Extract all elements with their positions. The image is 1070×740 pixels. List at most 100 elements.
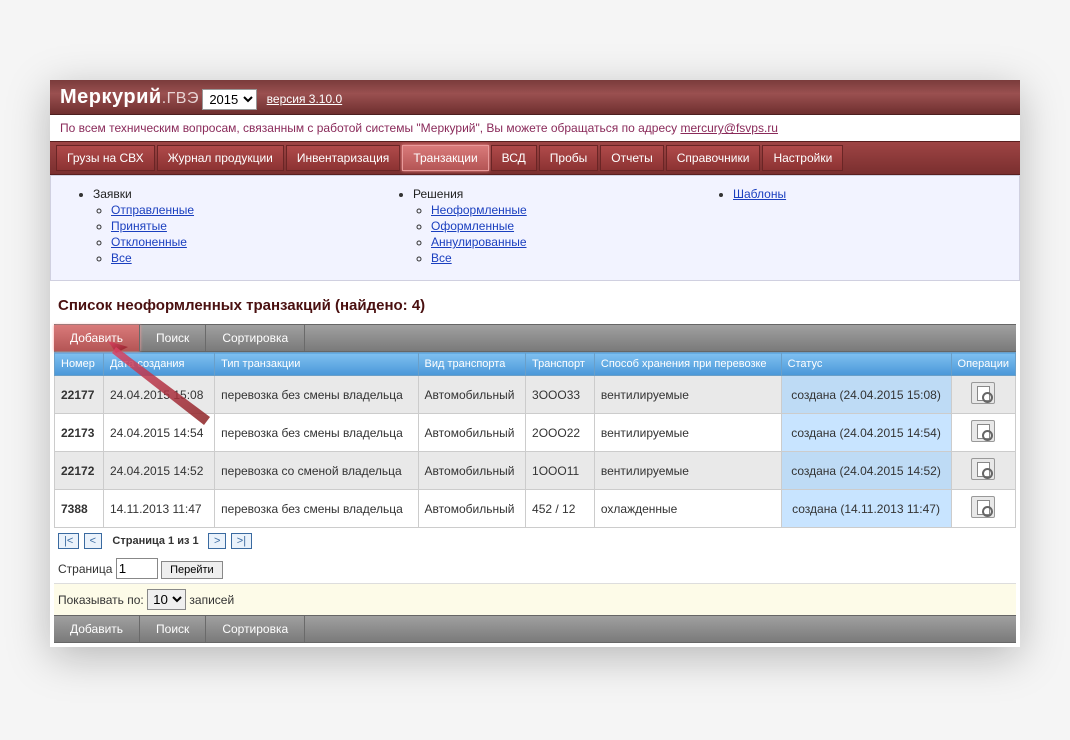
pager-position-label: Страница 1 из 1 — [112, 535, 198, 547]
col-transport-kind: Автомобильный — [418, 414, 525, 452]
table-header-cell: Способ хранения при перевозке — [594, 353, 781, 376]
goto-label: Страница — [58, 562, 112, 576]
pager-last-button[interactable]: >| — [231, 533, 252, 549]
support-email-link[interactable]: mercury@fsvps.ru — [680, 121, 778, 135]
app-name: Меркурий.ГВЭ — [60, 86, 199, 108]
col-status: создана (24.04.2015 14:54) — [781, 414, 951, 452]
col-storage: вентилируемые — [594, 414, 781, 452]
main-nav-tab[interactable]: Пробы — [539, 145, 598, 171]
toolbar-button[interactable]: Добавить — [54, 616, 140, 642]
subnav-link[interactable]: Аннулированные — [431, 235, 527, 249]
view-details-icon[interactable] — [971, 382, 995, 404]
toolbar-top: ДобавитьПоискСортировка — [54, 324, 1016, 352]
toolbar-button[interactable]: Поиск — [140, 325, 206, 351]
per-page-row: Показывать по: 10 записей — [54, 583, 1016, 615]
col-storage: вентилируемые — [594, 452, 781, 490]
col-operations — [951, 490, 1015, 528]
main-nav-tab[interactable]: Грузы на СВХ — [56, 145, 155, 171]
title-bar: Меркурий.ГВЭ 2015 версия 3.10.0 — [50, 80, 1020, 115]
subnav-head-requests: Заявки — [93, 187, 132, 201]
table-header-cell: Статус — [781, 353, 951, 376]
pager-prev-button[interactable]: < — [84, 533, 102, 549]
col-operations — [951, 376, 1015, 414]
table-header-cell: Дата создания — [103, 353, 214, 376]
table-header-cell: Операции — [951, 353, 1015, 376]
col-type: перевозка без смены владельца — [215, 414, 418, 452]
col-operations — [951, 414, 1015, 452]
subnav-link[interactable]: Все — [431, 251, 452, 265]
col-number: 22172 — [55, 452, 104, 490]
pager: |< < Страница 1 из 1 > >| — [54, 528, 1016, 554]
subnav-col-decisions: Решения Неоформленные Оформленные Аннулиро… — [375, 186, 695, 266]
col-transport-kind: Автомобильный — [418, 490, 525, 528]
col-transport: 3ООО33 — [526, 376, 595, 414]
subnav-col-requests: Заявки Отправленные Принятые Отклоненные Вс… — [55, 186, 375, 266]
main-nav-tab[interactable]: Справочники — [666, 145, 761, 171]
subnav-link[interactable]: Отклоненные — [111, 235, 187, 249]
col-storage: охлажденные — [594, 490, 781, 528]
col-transport: 2ООО22 — [526, 414, 595, 452]
main-nav-tab[interactable]: Отчеты — [600, 145, 663, 171]
table-header-cell: Вид транспорта — [418, 353, 525, 376]
toolbar-button[interactable]: Сортировка — [206, 616, 305, 642]
info-line: По всем техническим вопросам, связанным … — [50, 115, 1020, 141]
version-link[interactable]: версия 3.10.0 — [267, 92, 343, 106]
goto-page-input[interactable] — [116, 558, 158, 579]
col-number: 22177 — [55, 376, 104, 414]
main-nav-tab[interactable]: Журнал продукции — [157, 145, 284, 171]
subnav-link[interactable]: Шаблоны — [733, 187, 786, 201]
pager-next-button[interactable]: > — [208, 533, 226, 549]
info-text: По всем техническим вопросам, связанным … — [60, 121, 680, 135]
main-nav-tab[interactable]: Транзакции — [402, 145, 488, 171]
subnav-head-decisions: Решения — [413, 187, 463, 201]
col-transport-kind: Автомобильный — [418, 376, 525, 414]
table-row: 2217324.04.2015 14:54перевозка без смены… — [55, 414, 1016, 452]
table-header-cell: Тип транзакции — [215, 353, 418, 376]
col-number: 22173 — [55, 414, 104, 452]
table-header-cell: Номер — [55, 353, 104, 376]
subnav-link[interactable]: Неоформленные — [431, 203, 527, 217]
col-transport: 452 / 12 — [526, 490, 595, 528]
subnav-col-templates: Шаблоны — [695, 186, 1015, 266]
pager-goto: Страница Перейти — [54, 554, 1016, 583]
table-row: 2217724.04.2015 15:08перевозка без смены… — [55, 376, 1016, 414]
year-select[interactable]: 2015 — [202, 89, 257, 110]
col-type: перевозка без смены владельца — [215, 376, 418, 414]
col-transport: 1ООО11 — [526, 452, 595, 490]
subnav-link[interactable]: Все — [111, 251, 132, 265]
col-status: создана (24.04.2015 14:52) — [781, 452, 951, 490]
col-date: 24.04.2015 14:52 — [103, 452, 214, 490]
page-title: Список неоформленных транзакций (найдено… — [58, 297, 1012, 314]
col-operations — [951, 452, 1015, 490]
col-status: создана (14.11.2013 11:47) — [781, 490, 951, 528]
subnav-link[interactable]: Оформленные — [431, 219, 514, 233]
toolbar-button[interactable]: Сортировка — [206, 325, 305, 351]
col-date: 24.04.2015 15:08 — [103, 376, 214, 414]
col-date: 24.04.2015 14:54 — [103, 414, 214, 452]
col-date: 14.11.2013 11:47 — [103, 490, 214, 528]
toolbar-button[interactable]: Добавить — [54, 325, 140, 351]
view-details-icon[interactable] — [971, 420, 995, 442]
subnav-link[interactable]: Принятые — [111, 219, 167, 233]
table-row: 2217224.04.2015 14:52перевозка со сменой… — [55, 452, 1016, 490]
goto-button[interactable]: Перейти — [161, 561, 223, 579]
perpage-suffix: записей — [189, 593, 234, 607]
perpage-label: Показывать по: — [58, 593, 144, 607]
table-header-row: НомерДата созданияТип транзакцииВид тран… — [55, 353, 1016, 376]
col-type: перевозка со сменой владельца — [215, 452, 418, 490]
main-nav: Грузы на СВХЖурнал продукцииИнвентаризац… — [50, 141, 1020, 175]
perpage-select[interactable]: 10 — [147, 589, 186, 610]
col-transport-kind: Автомобильный — [418, 452, 525, 490]
view-details-icon[interactable] — [971, 458, 995, 480]
subnav-link[interactable]: Отправленные — [111, 203, 194, 217]
sub-nav: Заявки Отправленные Принятые Отклоненные Вс… — [50, 175, 1020, 281]
main-nav-tab[interactable]: ВСД — [491, 145, 537, 171]
pager-first-button[interactable]: |< — [58, 533, 79, 549]
view-details-icon[interactable] — [971, 496, 995, 518]
col-type: перевозка без смены владельца — [215, 490, 418, 528]
toolbar-button[interactable]: Поиск — [140, 616, 206, 642]
table-header-cell: Транспорт — [526, 353, 595, 376]
main-nav-tab[interactable]: Настройки — [762, 145, 843, 171]
col-number: 7388 — [55, 490, 104, 528]
main-nav-tab[interactable]: Инвентаризация — [286, 145, 400, 171]
